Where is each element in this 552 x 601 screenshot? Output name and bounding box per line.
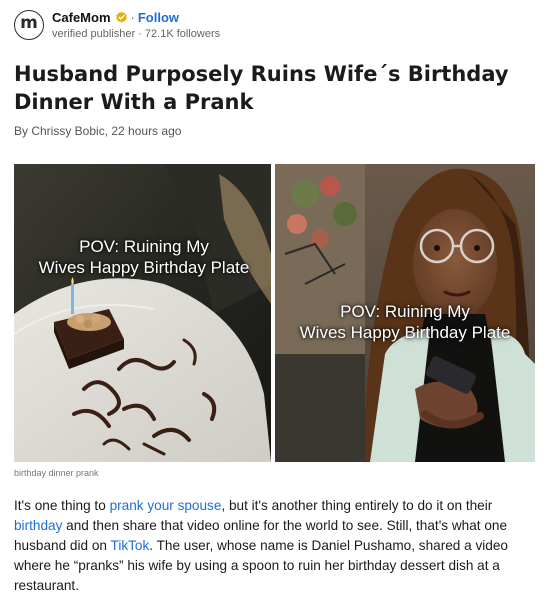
article-paragraph: It's one thing to prank your spouse, but… bbox=[14, 496, 538, 596]
article-title: Husband Purposely Ruins Wife´s Birthday … bbox=[14, 62, 509, 114]
verified-badge-icon bbox=[115, 11, 128, 27]
birthday-link[interactable]: birthday bbox=[14, 518, 62, 533]
overlay-line: POV: Ruining My bbox=[79, 237, 209, 256]
separator-dot: · bbox=[130, 10, 135, 25]
overlay-line: Wives Happy Birthday Plate bbox=[38, 258, 250, 277]
tiktok-link[interactable]: TikTok bbox=[111, 538, 150, 553]
cake-plate-illustration bbox=[14, 164, 271, 462]
publisher-subtitle: verified publisher · 72.1K followers bbox=[52, 28, 221, 40]
article-image[interactable]: POV: Ruining My Wives Happy Birthday Pla… bbox=[14, 164, 535, 462]
image-caption: birthday dinner prank bbox=[14, 468, 99, 478]
follow-button[interactable]: Follow bbox=[138, 10, 179, 25]
publisher-name-row: CafeMom · Follow bbox=[52, 10, 179, 27]
paragraph-text: It's one thing to bbox=[14, 498, 110, 513]
paragraph-text: , but it's another thing entirely to do … bbox=[221, 498, 493, 513]
article-byline: By Chrissy Bobic, 22 hours ago bbox=[14, 124, 182, 138]
overlay-caption-right: POV: Ruining My Wives Happy Birthday Pla… bbox=[285, 301, 525, 343]
overlay-caption-left: POV: Ruining My Wives Happy Birthday Pla… bbox=[26, 236, 262, 278]
publisher-name[interactable]: CafeMom bbox=[52, 10, 111, 25]
cake-plate-photo: POV: Ruining My Wives Happy Birthday Pla… bbox=[14, 164, 271, 462]
publisher-bar: m CafeMom · Follow verified publisher · 72… bbox=[14, 8, 534, 42]
publisher-logo-letter: m bbox=[20, 13, 38, 33]
publisher-logo[interactable]: m bbox=[14, 10, 44, 40]
overlay-line: Wives Happy Birthday Plate bbox=[299, 323, 511, 342]
overlay-line: POV: Ruining My bbox=[340, 302, 470, 321]
woman-photo: POV: Ruining My Wives Happy Birthday Pla… bbox=[275, 164, 535, 462]
prank-your-spouse-link[interactable]: prank your spouse bbox=[110, 498, 222, 513]
